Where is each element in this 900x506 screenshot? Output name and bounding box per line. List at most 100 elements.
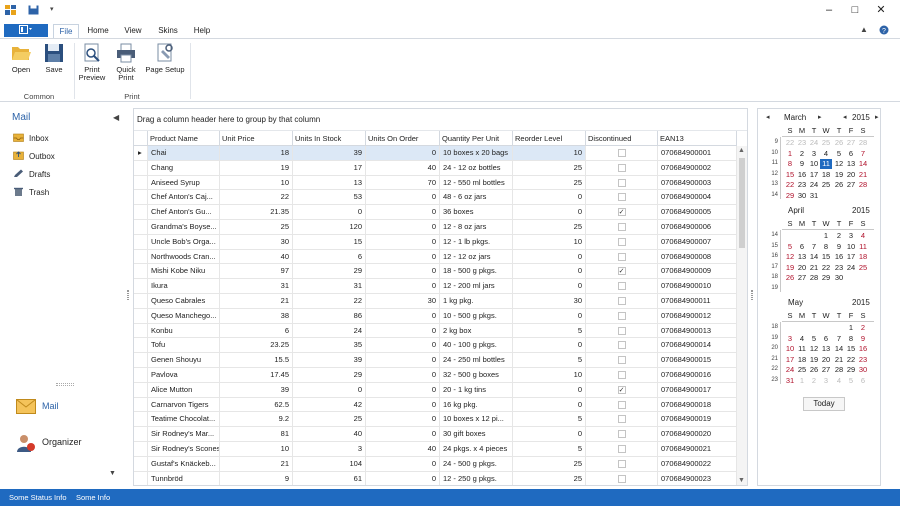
cell-ean13[interactable]: 070684900005 [658,205,737,220]
tab-file[interactable]: File [53,24,79,38]
calendar-day[interactable]: 6 [820,334,832,344]
cell-unit-price[interactable]: 25 [220,220,293,235]
calendar-day[interactable]: 21 [808,263,820,273]
cell-units-in-stock[interactable]: 35 [293,338,366,354]
cell-units-in-stock[interactable]: 29 [293,264,366,280]
calendar-day[interactable]: 28 [857,138,869,148]
cell-reorder-level[interactable]: 10 [513,146,586,161]
column-header-quantity-per-unit[interactable]: Quantity Per Unit [440,131,513,146]
discontinued-checkbox[interactable] [617,400,626,409]
discontinued-checkbox[interactable] [617,474,626,483]
cell-unit-price[interactable]: 40 [220,249,293,265]
cell-reorder-level[interactable]: 30 [513,294,586,309]
cell-units-on-order[interactable]: 40 [366,160,440,176]
calendar-day[interactable]: 1 [784,149,796,159]
cell-reorder-level[interactable]: 0 [513,382,586,398]
calendar-next-year-icon[interactable]: ▸ [875,113,879,121]
calendar-day[interactable]: 13 [845,159,857,169]
cell-product-name[interactable]: Chang [148,160,220,176]
cell-discontinued[interactable] [586,471,658,485]
row-indicator[interactable] [134,456,148,472]
cell-product-name[interactable]: Northwoods Cran... [148,249,220,265]
cell-discontinued[interactable] [586,160,658,176]
cell-product-name[interactable]: Uncle Bob's Orga... [148,234,220,250]
cell-discontinued[interactable]: ✓ [586,264,658,280]
table-row[interactable]: Pavlova 17.45 29 0 32 - 500 g boxes 10 0706849… [134,368,737,383]
cell-reorder-level[interactable]: 25 [513,456,586,472]
cell-discontinued[interactable] [586,234,658,250]
ribbon-minimize-icon[interactable]: ▲ [860,25,868,34]
cell-units-on-order[interactable]: 0 [366,353,440,368]
discontinued-checkbox[interactable] [617,326,626,335]
calendar-day[interactable]: 28 [857,180,869,190]
cell-discontinued[interactable]: ✓ [586,205,658,220]
calendar-day[interactable]: 22 [820,263,832,273]
row-indicator[interactable]: ▸ [134,146,148,161]
calendar-day[interactable]: 30 [833,273,845,283]
calendar-day[interactable]: 6 [857,376,869,386]
cell-units-in-stock[interactable]: 6 [293,249,366,265]
cell-unit-price[interactable]: 39 [220,382,293,398]
cell-units-in-stock[interactable]: 3 [293,442,366,457]
table-row[interactable]: Northwoods Cran... 40 6 0 12 - 12 oz jars 0 07… [134,249,737,265]
cell-ean13[interactable]: 070684900022 [658,456,737,472]
cell-quantity-per-unit[interactable]: 12 - 200 ml jars [440,279,513,294]
table-row[interactable]: Mishi Kobe Niku 97 29 0 18 - 500 g pkgs. 0 ✓ 07… [134,264,737,280]
calendar-day[interactable]: 24 [808,138,820,148]
cell-ean13[interactable]: 070684900003 [658,175,737,191]
cell-units-on-order[interactable]: 40 [366,442,440,457]
row-indicator[interactable] [134,397,148,413]
cell-quantity-per-unit[interactable]: 24 - 12 oz bottles [440,160,513,176]
calendar-day[interactable]: 28 [808,273,820,283]
cell-reorder-level[interactable]: 25 [513,220,586,235]
cell-quantity-per-unit[interactable]: 2 kg box [440,323,513,339]
calendar-day[interactable]: 31 [784,376,796,386]
row-indicator[interactable] [134,264,148,280]
table-row[interactable]: Genen Shouyu 15.5 39 0 24 - 250 ml bottles 5 0… [134,353,737,368]
calendar-day[interactable]: 23 [796,138,808,148]
cell-quantity-per-unit[interactable]: 12 - 12 oz jars [440,249,513,265]
discontinued-checkbox[interactable] [617,237,626,246]
cell-quantity-per-unit[interactable]: 10 boxes x 20 bags [440,146,513,161]
cell-unit-price[interactable]: 9 [220,471,293,485]
cell-product-name[interactable]: Queso Manchego... [148,308,220,324]
discontinued-checkbox[interactable] [617,178,626,187]
cell-product-name[interactable]: Chef Anton's Caj... [148,190,220,206]
column-header-discontinued[interactable]: Discontinued [586,131,658,146]
calendar-prev-year-icon[interactable]: ◂ [843,113,847,121]
discontinued-checkbox[interactable] [617,371,626,379]
nav-item-drafts[interactable]: Drafts [13,168,50,182]
row-indicator[interactable] [134,234,148,250]
calendar-day[interactable]: 3 [820,376,832,386]
discontinued-checkbox[interactable]: ✓ [617,385,626,394]
table-row[interactable]: ▸ Chai 18 39 0 10 boxes x 20 bags 10 0706849000… [134,146,737,161]
calendar-day[interactable]: 10 [808,159,820,169]
calendar-day[interactable]: 23 [833,263,845,273]
calendar-day[interactable]: 13 [796,252,808,262]
calendar-day[interactable]: 10 [845,242,857,252]
calendar-day[interactable]: 18 [796,355,808,365]
calendar-day[interactable]: 5 [845,376,857,386]
calendar-day[interactable]: 31 [808,191,820,201]
cell-unit-price[interactable]: 30 [220,234,293,250]
cell-discontinued[interactable] [586,175,658,191]
table-row[interactable]: Teatime Chocolat... 9.2 25 0 10 boxes x 12 p… [134,412,737,428]
calendar-day[interactable]: 20 [845,170,857,180]
cell-unit-price[interactable]: 31 [220,279,293,294]
cell-units-on-order[interactable]: 0 [366,308,440,324]
cell-units-in-stock[interactable]: 22 [293,294,366,309]
cell-units-in-stock[interactable]: 120 [293,220,366,235]
cell-reorder-level[interactable]: 0 [513,205,586,220]
tab-home[interactable]: Home [84,24,112,38]
cell-units-on-order[interactable]: 0 [366,338,440,354]
discontinued-checkbox[interactable] [617,415,626,424]
calendar-day[interactable]: 8 [784,159,796,169]
calendar-day[interactable]: 23 [857,355,869,365]
cell-units-on-order[interactable]: 0 [366,382,440,398]
cell-reorder-level[interactable]: 5 [513,412,586,428]
row-indicator[interactable] [134,471,148,485]
table-row[interactable]: Sir Rodney's Mar... 81 40 0 30 gift boxes 0 07… [134,427,737,442]
row-indicator[interactable] [134,412,148,428]
cell-product-name[interactable]: Chef Anton's Gu... [148,205,220,220]
discontinued-checkbox[interactable] [617,149,626,157]
